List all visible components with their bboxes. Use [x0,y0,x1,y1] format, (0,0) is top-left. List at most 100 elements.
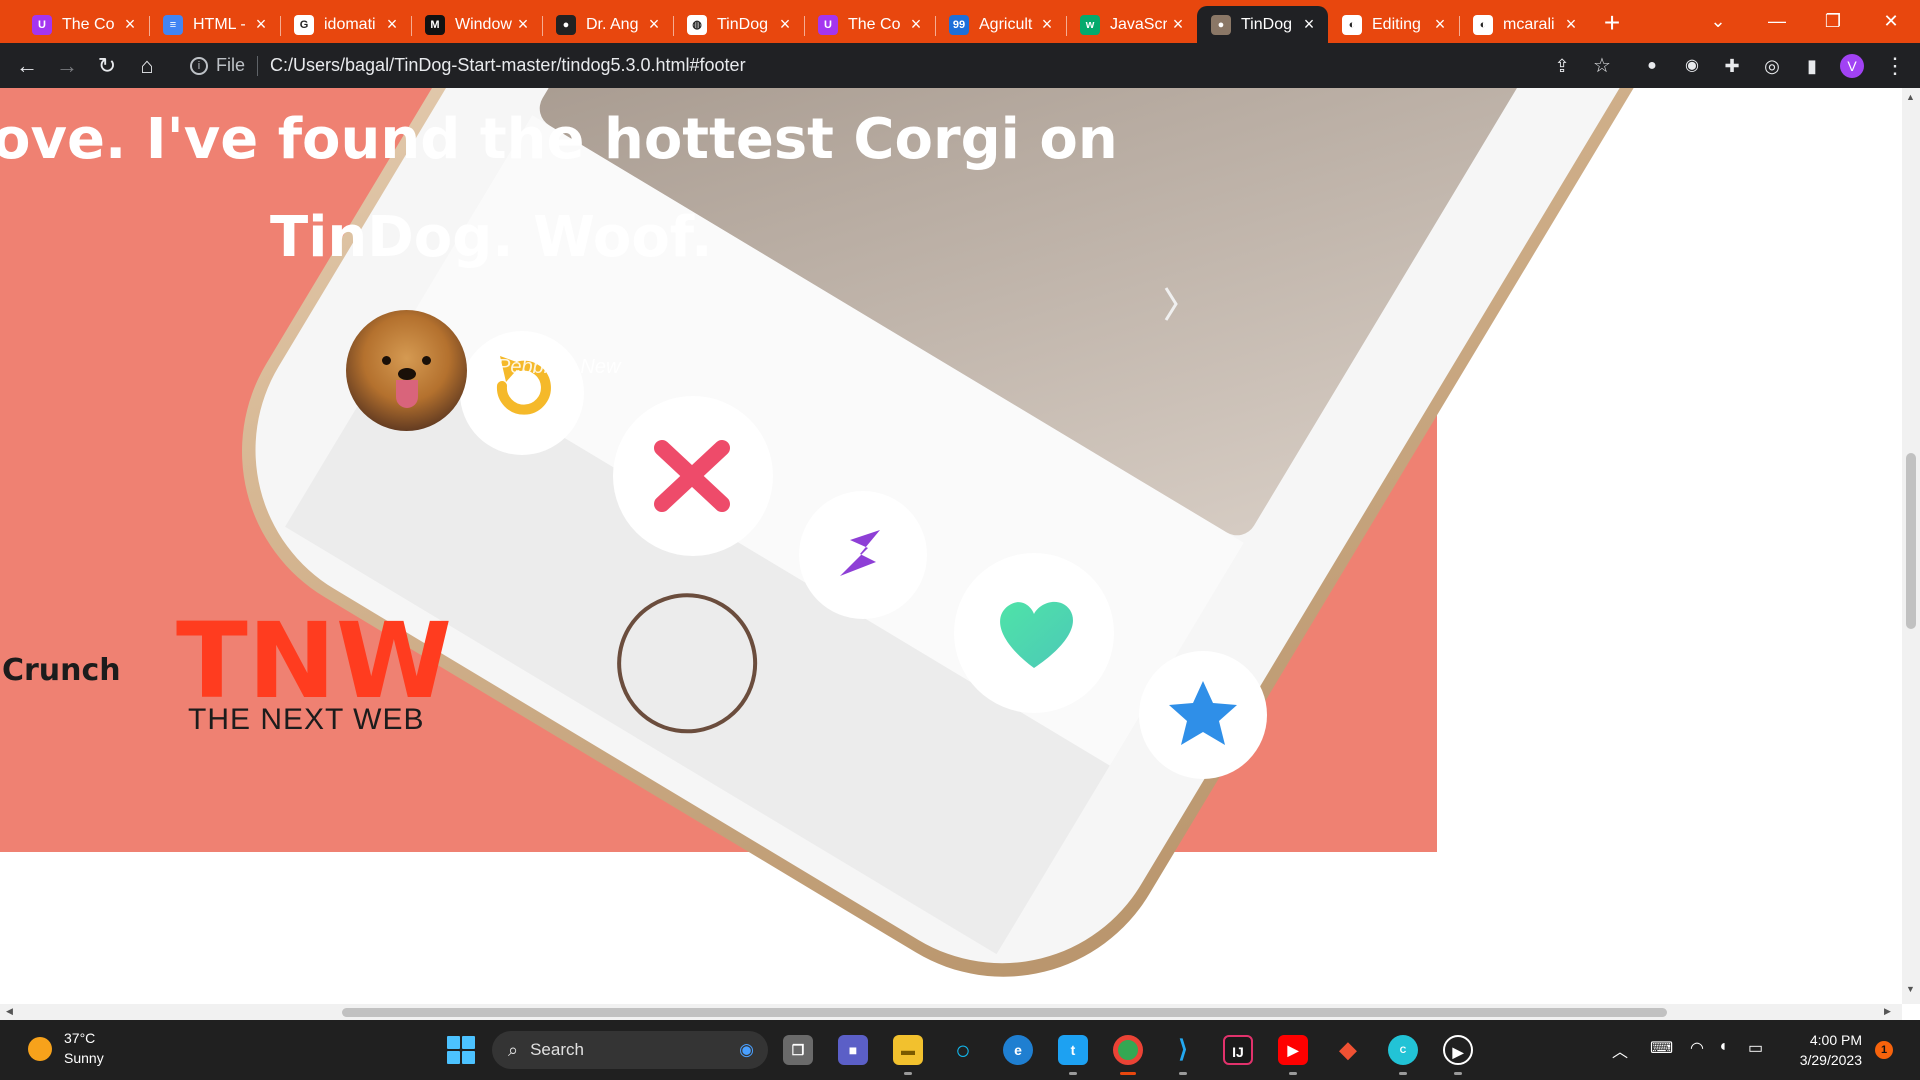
horizontal-scroll-thumb[interactable] [342,1008,1667,1017]
scroll-left-arrow-icon[interactable]: ◀ [6,1006,13,1017]
tab-label: Window [455,15,512,33]
keyboard-icon[interactable]: ⌨ [1650,1038,1673,1058]
tab-10[interactable]: ● TinDog × [1197,6,1328,43]
media-player-icon[interactable]: ▶ [1443,1035,1473,1065]
edge-icon[interactable]: e [1003,1035,1033,1065]
tab-12[interactable]: ◐ mcarali × [1459,6,1590,43]
testimonial-avatar [346,310,467,431]
vertical-scrollbar[interactable]: ▲ ▼ [1902,88,1920,1004]
scroll-right-arrow-icon[interactable]: ▶ [1884,1006,1891,1017]
teams-chat-icon[interactable]: ■ [838,1035,868,1065]
start-button[interactable] [447,1036,475,1064]
url-text[interactable]: C:/Users/bagal/TinDog-Start-master/tindo… [270,55,746,76]
extension-icon[interactable]: ● [1637,51,1667,81]
tab-label: Dr. Ang [586,15,639,33]
windows-taskbar: 37°C Sunny ⌕ Search ◉ ❐ ■ ▬ ○ e t ⟩ IJ ▶… [0,1020,1920,1080]
tab-close-icon[interactable]: × [905,14,927,35]
system-clock[interactable]: 4:00 PM 3/29/2023 [1790,1030,1862,1070]
tab-8[interactable]: 99 Agricult × [935,6,1066,43]
vertical-scroll-thumb[interactable] [1906,453,1916,629]
taskbar-search[interactable]: ⌕ Search ◉ [492,1031,768,1069]
weather-temperature[interactable]: 37°C [64,1030,95,1046]
profile-avatar[interactable]: V [1840,54,1864,78]
intellij-icon[interactable]: IJ [1223,1035,1253,1065]
tab-close-icon[interactable]: × [774,14,796,35]
tab-close-icon[interactable]: × [1560,14,1582,35]
task-view-icon[interactable]: ❐ [783,1035,813,1065]
medium-icon: M [425,14,445,35]
tab-11[interactable]: ◐ Editing × [1328,6,1459,43]
tab-6[interactable]: ◍ TinDog × [673,6,804,43]
tab-5[interactable]: ● Dr. Ang × [542,6,673,43]
twitter-icon[interactable]: t [1058,1035,1088,1065]
tab-search-icon[interactable]: ⌄ [1693,4,1743,38]
git-icon[interactable]: ◆ [1333,1035,1363,1065]
minimize-icon[interactable]: — [1752,4,1802,38]
tab-close-icon[interactable]: × [643,14,665,35]
restore-icon[interactable]: ❐ [1808,4,1858,38]
tab-close-icon[interactable]: × [512,14,534,35]
udemy-icon: U [818,14,838,35]
tray-overflow-chevron-icon[interactable]: ︿ [1612,1038,1628,1062]
battery-icon[interactable]: ▭ [1748,1038,1763,1058]
incognito-extension-icon[interactable]: ◉ [1677,51,1707,81]
tab-strip: U The Co × ≡ HTML - × Gidomati × M Window × ● Dr. An… [0,0,1920,43]
tab-label: TinDog [717,15,768,33]
tab-label: mcarali [1503,15,1555,33]
forward-icon[interactable]: → [52,51,82,81]
weather-condition[interactable]: Sunny [64,1050,104,1066]
site-info-icon[interactable]: i [190,56,208,75]
bookmark-star-icon[interactable]: ☆ [1587,51,1617,81]
tab-4[interactable]: M Window × [411,6,542,43]
tab-label: Agricult [979,15,1033,33]
share-icon[interactable]: ⇪ [1547,51,1577,81]
close-window-icon[interactable]: ✕ [1866,4,1916,38]
99-icon: 99 [949,14,969,35]
weather-sun-icon[interactable] [28,1037,52,1061]
press-logo-tnw: TNW [176,611,452,703]
rewind-button [460,331,584,455]
wifi-icon[interactable]: ◠ [1690,1038,1704,1058]
scroll-down-arrow-icon[interactable]: ▼ [1906,984,1915,994]
tab-9[interactable]: w JavaScri × [1066,6,1197,43]
tnw-logo-mark: TNW [176,611,452,703]
scroll-up-arrow-icon[interactable]: ▲ [1906,92,1915,102]
menu-kebab-icon[interactable]: ⋮ [1880,51,1910,81]
extensions-puzzle-icon[interactable]: ✚ [1717,51,1747,81]
tab-close-icon[interactable]: × [1167,14,1189,35]
tab-1[interactable]: U The Co × [18,6,149,43]
new-tab-button[interactable]: + [1597,8,1627,38]
notification-badge[interactable]: 1 [1875,1041,1893,1059]
tab-label: idomati [324,15,376,33]
tab-label: JavaScri [1110,15,1167,33]
tab-close-icon[interactable]: × [1036,14,1058,35]
cortana-icon[interactable]: ○ [948,1035,978,1065]
tab-close-icon[interactable]: × [381,14,403,35]
quote-line-2: TinDog. Woof. [270,205,713,270]
tab-7[interactable]: U The Co × [804,6,935,43]
side-panel-icon[interactable]: ▮ [1797,51,1827,81]
back-icon[interactable]: ← [12,51,42,81]
boost-button [799,491,927,619]
tab-close-icon[interactable]: × [250,14,272,35]
home-icon[interactable]: ⌂ [132,51,162,81]
tab-close-icon[interactable]: × [1298,14,1320,35]
bing-icon[interactable]: ◉ [739,1040,754,1060]
tab-2[interactable]: ≡ HTML - × [149,6,280,43]
chrome-icon[interactable] [1113,1035,1143,1065]
file-explorer-icon[interactable]: ▬ [893,1035,923,1065]
udemy-icon: U [32,14,52,35]
tab-close-icon[interactable]: × [119,14,141,35]
reload-icon[interactable]: ↻ [92,51,122,81]
dog-icon: ● [1211,14,1231,35]
address-scheme: File [216,55,246,75]
tab-3[interactable]: Gidomati × [280,6,411,43]
youtube-icon[interactable]: ▶ [1278,1035,1308,1065]
vscode-icon[interactable]: ⟩ [1168,1035,1198,1065]
address-bar[interactable]: i File C:/Users/bagal/TinDog-Start-maste… [180,49,1580,82]
tab-close-icon[interactable]: × [1429,14,1451,35]
canva-icon[interactable]: C [1388,1035,1418,1065]
volume-icon[interactable]: ◖ [1718,1038,1728,1056]
horizontal-scrollbar[interactable]: ◀ ▶ [0,1004,1902,1020]
performance-icon[interactable]: ◎ [1757,51,1787,81]
